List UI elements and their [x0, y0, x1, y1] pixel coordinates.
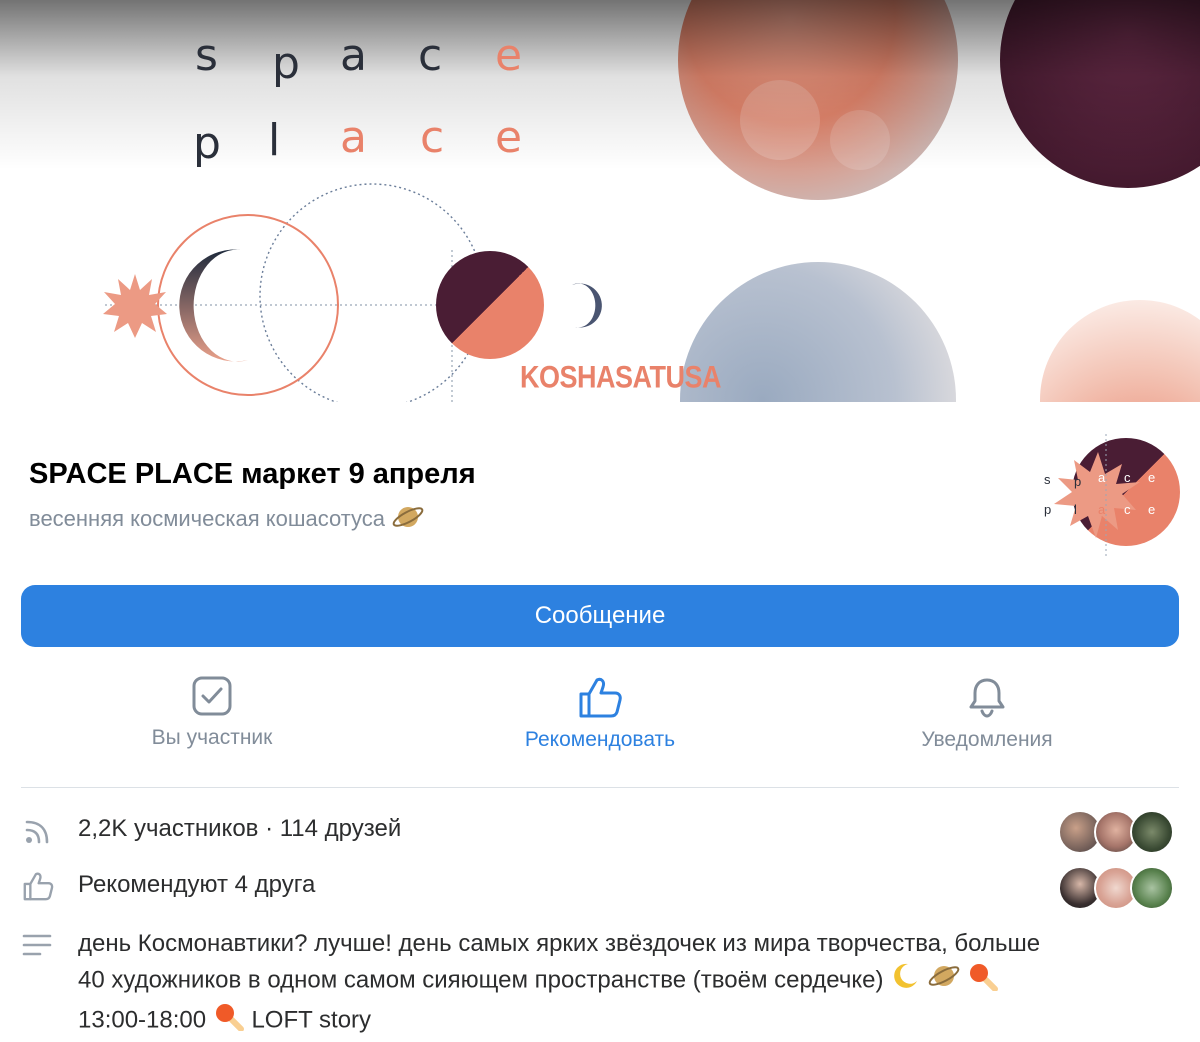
- planet-peach: [1040, 300, 1200, 402]
- avatar: [1130, 866, 1174, 910]
- member-avatars[interactable]: [1058, 810, 1174, 854]
- cover-image: s p a c e p l a c e KOSHASATUSA: [0, 0, 1200, 402]
- message-button[interactable]: Сообщение: [21, 585, 1179, 647]
- thumbs-up-icon: [22, 870, 54, 907]
- description-icon: [22, 933, 54, 962]
- cover-letter: p: [193, 118, 221, 169]
- page-subtitle: весенняя космическая кошасотуса: [29, 502, 425, 538]
- cover-letter: a: [340, 30, 367, 81]
- divider: [21, 787, 1179, 788]
- avatar-letter: l: [1074, 502, 1077, 517]
- saturn-icon: [391, 502, 425, 538]
- subtitle-text: весенняя космическая кошасотуса: [29, 505, 386, 531]
- member-button[interactable]: Вы участник: [82, 676, 342, 750]
- recommending-friends-link[interactable]: Рекомендуют 4 друга: [78, 871, 315, 899]
- friend-avatars[interactable]: [1058, 866, 1174, 910]
- cover-letter: c: [420, 112, 445, 163]
- avatar-letter: c: [1124, 502, 1131, 517]
- saturn-icon: [927, 961, 961, 1001]
- avatar-letter: c: [1124, 470, 1131, 485]
- comet-icon: [967, 961, 999, 1001]
- event-place: LOFT story: [251, 1006, 372, 1034]
- description-line: 40 художников в одном самом сияющем прос…: [78, 961, 1178, 1001]
- checkbox-icon: [82, 676, 342, 716]
- avatar-letter: p: [1074, 474, 1082, 489]
- notifications-label: Уведомления: [921, 728, 1053, 751]
- brand-logo-text: KOSHASATUSA: [520, 360, 722, 395]
- description-line: 13:00-18:00 LOFT story: [78, 1001, 1178, 1041]
- comet-icon: [213, 1001, 245, 1041]
- description-text: 40 художников в одном самом сияющем прос…: [78, 966, 884, 994]
- rss-icon: [22, 816, 54, 851]
- avatar-letter: s: [1044, 472, 1051, 487]
- avatar-letter: e: [1148, 470, 1156, 485]
- planet-blue: [680, 262, 956, 402]
- community-description: день Космонавтики? лучше! день самых ярк…: [78, 926, 1178, 1041]
- cover-letter: c: [418, 30, 443, 81]
- recommend-label: Рекомендовать: [524, 728, 676, 751]
- cover-letter: l: [268, 115, 281, 166]
- event-time: 13:00-18:00: [78, 1006, 207, 1034]
- avatar-letter: a: [1098, 502, 1106, 517]
- members-count-link[interactable]: 2,2K участников · 114 друзей: [78, 815, 401, 843]
- description-line: день Космонавтики? лучше! день самых ярк…: [78, 930, 1041, 957]
- avatar-letter: e: [1148, 502, 1156, 517]
- thumbs-up-icon: [470, 676, 730, 718]
- bell-icon: [857, 676, 1117, 718]
- avatar: [1130, 810, 1174, 854]
- cover-letter: s: [195, 30, 218, 81]
- page-title: SPACE PLACE маркет 9 апреля: [29, 458, 476, 490]
- avatar-letter: a: [1098, 470, 1106, 485]
- member-label: Вы участник: [151, 726, 273, 749]
- notifications-button[interactable]: Уведомления: [857, 676, 1117, 752]
- cover-letter: e: [495, 112, 523, 163]
- cover-letter: a: [340, 112, 367, 163]
- crescent-moon-icon: [890, 961, 920, 1001]
- recommend-button[interactable]: Рекомендовать: [470, 676, 730, 752]
- cover-letter: p: [272, 38, 300, 89]
- community-avatar[interactable]: s p a c e p l a c e: [1036, 434, 1184, 556]
- avatar-letter: p: [1044, 502, 1052, 517]
- cover-letter: e: [495, 30, 523, 81]
